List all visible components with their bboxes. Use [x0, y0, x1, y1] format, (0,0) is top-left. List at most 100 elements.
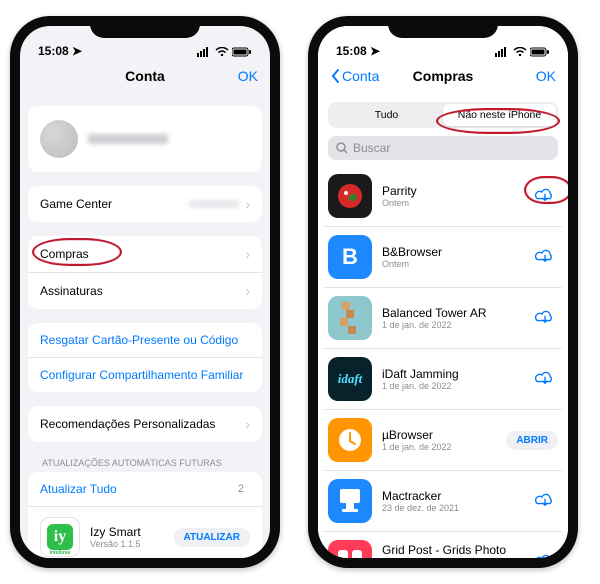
ok-button[interactable]: OK	[238, 68, 258, 84]
purchases-group: Compras › Assinaturas ›	[28, 236, 262, 309]
cloud-download-button[interactable]	[532, 490, 558, 512]
row-redeem[interactable]: Resgatar Cartão-Presente ou Código	[28, 323, 262, 357]
app-subtitle: 23 de dez. de 2021	[382, 503, 522, 513]
app-list[interactable]: ParrityOntem B B&BrowserOntem Balanced Towe…	[318, 166, 568, 558]
page-title: Conta	[20, 68, 270, 84]
profile-group	[28, 106, 262, 172]
app-row[interactable]: µBrowser1 de jan. de 2022 ABRIR	[324, 409, 562, 470]
chevron-left-icon	[330, 68, 340, 84]
label: Assinaturas	[40, 284, 245, 298]
open-button[interactable]: ABRIR	[506, 431, 558, 450]
app-icon	[328, 540, 372, 558]
chevron-right-icon: ›	[245, 416, 250, 432]
links-group: Resgatar Cartão-Presente ou Código Confi…	[28, 323, 262, 392]
app-info: ParrityOntem	[382, 184, 522, 208]
status-time: 15:08 ➤	[38, 44, 82, 58]
avatar	[40, 120, 78, 158]
back-label: Conta	[342, 68, 379, 84]
game-center-group: Game Center ›	[28, 186, 262, 222]
search-input[interactable]: Buscar	[328, 136, 558, 160]
app-row[interactable]: ParrityOntem	[324, 166, 562, 226]
updates-group: Atualizar Tudo 2 iy intelbras Izy Smart …	[28, 472, 262, 558]
row-assinaturas[interactable]: Assinaturas ›	[28, 272, 262, 309]
value-blurred	[189, 200, 239, 208]
app-row[interactable]: Mactracker23 de dez. de 2021	[324, 470, 562, 531]
label: Compras	[40, 247, 245, 261]
brand-label: intelbras	[50, 550, 71, 556]
app-row[interactable]: Grid Post - Grids Photo Crop9 de dez. de…	[324, 531, 562, 558]
app-row[interactable]: B B&BrowserOntem	[324, 226, 562, 287]
location-icon: ➤	[370, 44, 380, 58]
notch	[90, 16, 200, 38]
app-subtitle: 1 de jan. de 2022	[382, 442, 496, 452]
app-subtitle: Ontem	[382, 259, 522, 269]
phone-frame-left: 15:08 ➤ Conta OK Game Center	[10, 16, 280, 568]
app-name: Izy Smart	[90, 525, 164, 539]
nav-bar: Conta Compras OK	[318, 60, 568, 92]
app-title: Mactracker	[382, 489, 522, 503]
status-time: 15:08 ➤	[336, 44, 380, 58]
app-title: µBrowser	[382, 428, 496, 442]
app-info: Balanced Tower AR1 de jan. de 2022	[382, 306, 522, 330]
notch	[388, 16, 498, 38]
status-indicators	[495, 44, 550, 58]
label: Game Center	[40, 197, 189, 211]
app-icon	[328, 418, 372, 462]
segmented-control: Tudo Não neste iPhone	[328, 102, 558, 128]
app-info: µBrowser1 de jan. de 2022	[382, 428, 496, 452]
app-row[interactable]: Balanced Tower AR1 de jan. de 2022	[324, 287, 562, 348]
battery-icon	[232, 47, 252, 57]
back-button[interactable]: Conta	[330, 68, 379, 84]
content-scroll[interactable]: Game Center › Compras › Assinaturas ›	[20, 92, 270, 558]
app-title: Balanced Tower AR	[382, 306, 522, 320]
profile-row[interactable]	[28, 106, 262, 172]
seg-tudo[interactable]: Tudo	[330, 104, 443, 126]
app-icon	[328, 296, 372, 340]
app-info: B&BrowserOntem	[382, 245, 522, 269]
cloud-download-button[interactable]	[532, 246, 558, 268]
cloud-download-button[interactable]	[532, 368, 558, 390]
battery-icon	[530, 47, 550, 57]
cloud-download-button[interactable]	[532, 185, 558, 207]
signal-icon	[197, 47, 211, 57]
signal-icon	[495, 47, 509, 57]
update-app-row[interactable]: iy intelbras Izy Smart Versão 1.1.5 ATUA…	[28, 506, 262, 558]
wifi-icon	[513, 47, 527, 57]
chevron-right-icon: ›	[245, 246, 250, 262]
app-row[interactable]: idaftiDaft Jamming1 de jan. de 2022	[324, 348, 562, 409]
app-subtitle: Ontem	[382, 198, 522, 208]
cloud-download-button[interactable]	[532, 551, 558, 558]
link-label: Atualizar Tudo	[40, 482, 238, 496]
app-icon-izy: iy intelbras	[40, 517, 80, 557]
link-label: Resgatar Cartão-Presente ou Código	[40, 333, 238, 347]
app-info: iDaft Jamming1 de jan. de 2022	[382, 367, 522, 391]
app-title: iDaft Jamming	[382, 367, 522, 381]
row-game-center[interactable]: Game Center ›	[28, 186, 262, 222]
label: Recomendações Personalizadas	[40, 417, 245, 431]
status-indicators	[197, 44, 252, 58]
screen-right: 15:08 ➤ Conta Compras OK Tudo Não neste …	[318, 26, 568, 558]
app-subtitle: 1 de jan. de 2022	[382, 381, 522, 391]
wifi-icon	[215, 47, 229, 57]
location-icon: ➤	[72, 44, 82, 58]
app-icon	[328, 479, 372, 523]
row-compras[interactable]: Compras ›	[28, 236, 262, 272]
update-button[interactable]: ATUALIZAR	[174, 528, 250, 547]
seg-not-on-iphone[interactable]: Não neste iPhone	[443, 104, 556, 126]
link-label: Configurar Compartilhamento Familiar	[40, 368, 243, 382]
profile-name-blurred	[88, 134, 168, 144]
chevron-right-icon: ›	[245, 196, 250, 212]
section-header: ATUALIZAÇÕES AUTOMÁTICAS FUTURAS	[42, 458, 258, 468]
recs-group: Recomendações Personalizadas ›	[28, 406, 262, 442]
app-subtitle: 1 de jan. de 2022	[382, 320, 522, 330]
cloud-download-button[interactable]	[532, 307, 558, 329]
row-update-all[interactable]: Atualizar Tudo 2	[28, 472, 262, 506]
row-family-sharing[interactable]: Configurar Compartilhamento Familiar	[28, 357, 262, 392]
nav-bar: Conta OK	[20, 60, 270, 92]
chevron-right-icon: ›	[245, 283, 250, 299]
ok-button[interactable]: OK	[536, 68, 556, 84]
row-recommendations[interactable]: Recomendações Personalizadas ›	[28, 406, 262, 442]
app-icon: B	[328, 235, 372, 279]
app-title: Grid Post - Grids Photo Crop	[382, 543, 522, 558]
app-icon	[328, 174, 372, 218]
